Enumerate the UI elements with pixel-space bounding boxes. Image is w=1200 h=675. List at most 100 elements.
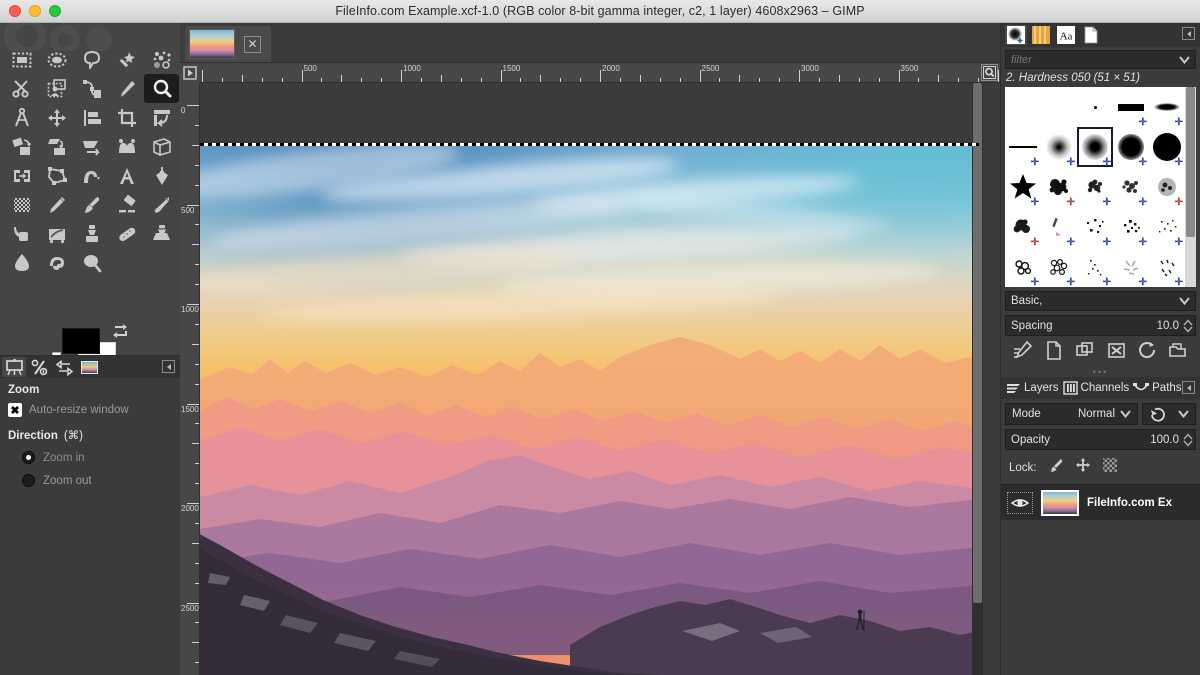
move-tool[interactable] bbox=[39, 103, 74, 132]
dock-resize-grip[interactable]: ••• bbox=[1001, 367, 1200, 375]
shear-tool[interactable] bbox=[39, 132, 74, 161]
zoom-out-radio[interactable] bbox=[22, 474, 35, 487]
duplicate-brush-button[interactable] bbox=[1075, 341, 1094, 365]
lock-position-button[interactable] bbox=[1075, 457, 1091, 478]
brush-cell[interactable] bbox=[1077, 87, 1113, 127]
swap-colors-icon[interactable] bbox=[112, 322, 128, 343]
vertical-ruler[interactable]: 05001000150020002500 bbox=[180, 83, 200, 675]
brush-cell[interactable]: ✛ bbox=[1005, 127, 1041, 167]
horizontal-ruler[interactable]: 5001000150020002500300035000 bbox=[180, 63, 1000, 83]
smudge-tool[interactable] bbox=[39, 248, 74, 277]
alignment-tool[interactable] bbox=[74, 103, 109, 132]
brush-cell[interactable]: ✛ bbox=[1005, 207, 1041, 247]
select-by-color-tool[interactable] bbox=[144, 45, 179, 74]
brush-cell[interactable]: ✛ bbox=[1041, 167, 1077, 207]
brush-cell[interactable]: ✛ bbox=[1113, 127, 1149, 167]
switch-to-another-group-button[interactable] bbox=[1142, 403, 1196, 425]
spacing-field[interactable]: Spacing 10.0 bbox=[1005, 315, 1196, 336]
device-status-tab[interactable] bbox=[27, 357, 51, 377]
auto-resize-option[interactable]: ✖ Auto-resize window bbox=[8, 403, 172, 417]
fonts-tab[interactable]: Aa bbox=[1055, 25, 1077, 45]
warp-transform-tool[interactable] bbox=[74, 161, 109, 190]
canvas-vertical-scrollbar[interactable] bbox=[972, 83, 983, 675]
flip-tool[interactable] bbox=[4, 161, 39, 190]
brush-cell[interactable]: ✛ bbox=[1113, 87, 1149, 127]
lock-pixels-button[interactable] bbox=[1048, 457, 1064, 478]
edit-brush-button[interactable] bbox=[1013, 341, 1032, 365]
blur-sharpen-tool[interactable] bbox=[4, 248, 39, 277]
measure-tool[interactable] bbox=[4, 103, 39, 132]
brush-cell[interactable]: ✛ bbox=[1149, 207, 1185, 247]
brushes-tab[interactable] bbox=[1005, 25, 1027, 45]
brush-cell[interactable]: ✛ bbox=[1149, 247, 1185, 287]
foreground-color-swatch[interactable] bbox=[62, 328, 100, 354]
scale-tool[interactable] bbox=[4, 132, 39, 161]
zoom-tool[interactable] bbox=[144, 74, 179, 103]
brush-cell[interactable]: ✛ bbox=[1113, 247, 1149, 287]
brush-cell[interactable]: ✛ bbox=[1041, 207, 1077, 247]
brush-cell[interactable]: ✛ bbox=[1149, 167, 1185, 207]
refresh-brushes-button[interactable] bbox=[1138, 341, 1157, 365]
spacing-stepper[interactable] bbox=[1183, 319, 1193, 333]
brush-cell[interactable]: ✛ bbox=[1077, 207, 1113, 247]
brush-cell[interactable] bbox=[1005, 87, 1041, 127]
dock-menu-button[interactable] bbox=[162, 360, 175, 373]
ink-tool[interactable] bbox=[4, 219, 39, 248]
delete-brush-button[interactable] bbox=[1107, 341, 1126, 365]
free-select-tool[interactable] bbox=[74, 45, 109, 74]
lock-alpha-button[interactable] bbox=[1102, 457, 1118, 478]
layers-tab[interactable]: Layers bbox=[1006, 381, 1059, 395]
paths-tool[interactable] bbox=[74, 74, 109, 103]
ruler-corner-button[interactable] bbox=[180, 63, 200, 83]
images-tab[interactable] bbox=[77, 357, 101, 377]
patterns-tab[interactable] bbox=[1030, 25, 1052, 45]
close-image-button[interactable]: ✕ bbox=[244, 36, 261, 53]
new-brush-button[interactable] bbox=[1044, 341, 1063, 365]
brushes-dock-menu-button[interactable] bbox=[1182, 27, 1195, 40]
foreground-select-tool[interactable] bbox=[39, 74, 74, 103]
brush-cell[interactable]: ✛ bbox=[1077, 167, 1113, 207]
open-brush-folder-button[interactable] bbox=[1169, 341, 1188, 365]
zoom-image-button[interactable] bbox=[981, 64, 998, 81]
zoom-in-radio[interactable] bbox=[22, 451, 35, 464]
unified-transform-tool[interactable] bbox=[109, 132, 144, 161]
brush-grid-scrollbar[interactable] bbox=[1185, 87, 1196, 287]
gradient-tool[interactable] bbox=[4, 190, 39, 219]
brush-filter-input[interactable]: filter bbox=[1005, 50, 1196, 69]
brush-cell[interactable]: ✛ bbox=[1041, 247, 1077, 287]
brush-cell[interactable]: ✛ bbox=[1113, 207, 1149, 247]
opacity-field[interactable]: Opacity 100.0 bbox=[1005, 429, 1196, 450]
clone-tool[interactable] bbox=[74, 219, 109, 248]
brush-cell[interactable]: ✛ bbox=[1005, 167, 1041, 207]
pencil-tool[interactable] bbox=[39, 190, 74, 219]
opacity-stepper[interactable] bbox=[1183, 433, 1193, 447]
mypaint-brush-tool[interactable] bbox=[39, 219, 74, 248]
airbrush-tool[interactable] bbox=[144, 190, 179, 219]
bucket-fill-tool[interactable] bbox=[144, 161, 179, 190]
tool-options-tab[interactable] bbox=[2, 357, 26, 377]
brush-cell[interactable]: ✛ bbox=[1149, 127, 1185, 167]
layers-dock-menu-button[interactable] bbox=[1182, 381, 1195, 394]
fuzzy-select-tool[interactable] bbox=[109, 45, 144, 74]
rotate-tool[interactable] bbox=[144, 103, 179, 132]
zoom-in-option[interactable]: Zoom in bbox=[22, 451, 172, 464]
brush-cell[interactable]: ✛ bbox=[1041, 127, 1077, 167]
auto-resize-checkbox[interactable]: ✖ bbox=[8, 403, 22, 417]
brush-cell[interactable]: ✛ bbox=[1113, 167, 1149, 207]
eraser-tool[interactable] bbox=[109, 190, 144, 219]
documents-tab[interactable] bbox=[1080, 25, 1102, 45]
heal-tool[interactable] bbox=[109, 219, 144, 248]
image-tab[interactable]: ✕ bbox=[185, 26, 271, 62]
brush-cell[interactable]: ✛ bbox=[1005, 247, 1041, 287]
paintbrush-tool[interactable] bbox=[74, 190, 109, 219]
channels-tab[interactable]: Channels bbox=[1063, 381, 1130, 395]
perspective-tool[interactable] bbox=[74, 132, 109, 161]
layer-mode-select[interactable]: Mode Normal bbox=[1005, 403, 1138, 425]
crop-tool[interactable] bbox=[109, 103, 144, 132]
brush-cell[interactable]: ✛ bbox=[1149, 87, 1185, 127]
rectangle-select-tool[interactable] bbox=[4, 45, 39, 74]
perspective-clone-tool[interactable] bbox=[144, 219, 179, 248]
color-picker-tool[interactable] bbox=[109, 74, 144, 103]
scissors-select-tool[interactable] bbox=[4, 74, 39, 103]
brush-cell[interactable]: ✛ bbox=[1077, 247, 1113, 287]
